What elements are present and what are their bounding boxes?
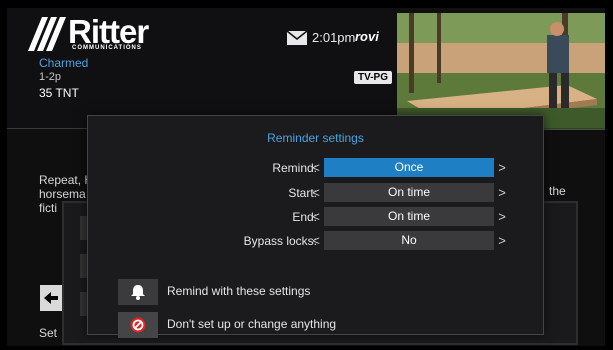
chevron-left-icon[interactable]: < — [311, 233, 321, 248]
bell-icon — [131, 285, 145, 300]
tv-screen: Ritter COMMUNICATIONS 2:01pm rovi Charme… — [7, 8, 605, 346]
logo-stripes-icon — [28, 17, 66, 51]
ritter-logo: Ritter COMMUNICATIONS — [28, 13, 168, 55]
action-label: Don't set up or change anything — [167, 317, 337, 331]
setting-label: Bypass locks: — [243, 234, 317, 248]
setting-label: Remind: — [272, 161, 317, 175]
start-value[interactable]: On time — [324, 183, 494, 202]
description-fragment: the — [549, 184, 566, 198]
program-channel: 35 TNT — [39, 86, 79, 100]
program-title: Charmed — [39, 56, 89, 70]
clock-time: 2:01pm — [312, 30, 356, 45]
chevron-left-icon[interactable]: < — [311, 185, 321, 200]
set-label: Set — [39, 326, 58, 340]
header: Ritter COMMUNICATIONS 2:01pm rovi Charme… — [7, 8, 605, 130]
cancel-icon — [130, 317, 146, 333]
logo-subtitle: COMMUNICATIONS — [72, 45, 142, 51]
end-value[interactable]: On time — [324, 207, 494, 226]
chevron-left-icon[interactable]: < — [311, 209, 321, 224]
video-preview — [397, 13, 605, 130]
chevron-right-icon[interactable]: > — [497, 209, 507, 224]
remind-value[interactable]: Once — [324, 158, 494, 177]
cancel-icon-box — [118, 312, 158, 338]
dialog-title: Reminder settings — [267, 131, 364, 145]
chevron-left-icon[interactable]: < — [311, 160, 321, 175]
chevron-right-icon[interactable]: > — [497, 233, 507, 248]
setting-label: Start: — [288, 186, 317, 200]
reminder-settings-dialog: Reminder settings Remind: < Once > Start… — [87, 115, 544, 338]
action-label: Remind with these settings — [167, 284, 311, 298]
program-time: 1-2p — [39, 71, 62, 83]
chevron-right-icon[interactable]: > — [497, 160, 507, 175]
bypass-locks-value[interactable]: No — [324, 231, 494, 250]
mail-icon — [287, 31, 307, 45]
arrow-left-icon — [44, 292, 58, 304]
back-button[interactable] — [40, 285, 62, 311]
rating-badge: TV-PG — [354, 71, 393, 84]
chevron-right-icon[interactable]: > — [497, 185, 507, 200]
setting-label: End: — [292, 210, 317, 224]
brand-logo: rovi — [355, 29, 379, 44]
bell-icon-box — [118, 279, 158, 305]
